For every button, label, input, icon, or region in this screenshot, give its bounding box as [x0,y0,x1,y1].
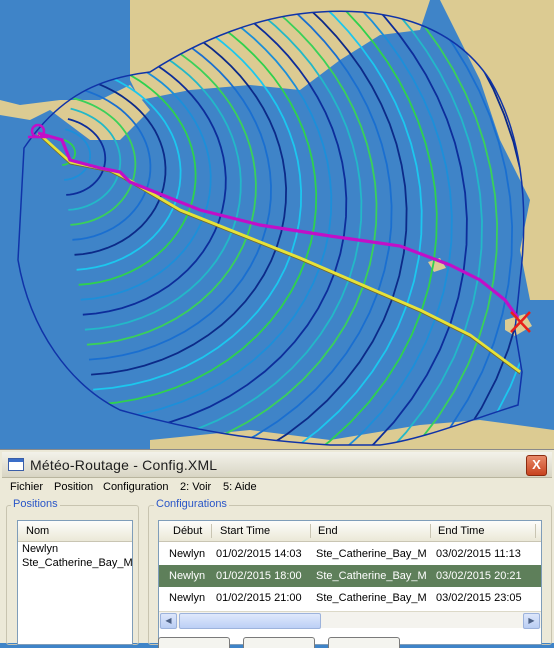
column-debut[interactable]: Début [173,525,202,537]
table-row-selected[interactable]: Newlyn 01/02/2015 18:00 Ste_Catherine_Ba… [159,565,541,587]
menu-aide[interactable]: 5: Aide [223,481,257,493]
close-button[interactable]: X [526,455,547,476]
column-nom[interactable]: Nom [26,525,49,537]
routing-window: Météo-Routage - Config.XML X Fichier Pos… [0,449,554,643]
menu-voir[interactable]: 2: Voir [180,481,211,493]
horizontal-scrollbar[interactable]: ◀ ▶ [159,611,541,628]
positions-group-label: Positions [11,498,60,510]
menu-bar: Fichier Position Configuration 2: Voir 5… [2,479,552,497]
routing-map[interactable] [0,0,554,450]
action-button[interactable] [328,637,400,648]
window-title: Météo-Routage - Config.XML [30,457,217,473]
menu-position[interactable]: Position [54,481,93,493]
list-item[interactable]: Newlyn [18,542,132,556]
scroll-thumb[interactable] [179,613,321,629]
configurations-group-label: Configurations [154,498,229,510]
positions-header: Nom [18,521,132,542]
column-end[interactable]: End [318,525,338,537]
action-button[interactable] [243,637,315,648]
configurations-header: Début Start Time End End Time [159,521,541,542]
menu-fichier[interactable]: Fichier [10,481,43,493]
list-item[interactable]: Ste_Catherine_Bay_M [18,556,132,570]
action-button[interactable] [158,637,230,648]
app-icon [8,458,24,471]
table-row[interactable]: Newlyn 01/02/2015 21:00 Ste_Catherine_Ba… [159,587,541,609]
scroll-right-icon[interactable]: ▶ [523,613,540,629]
configurations-table[interactable]: Début Start Time End End Time Newlyn 01/… [158,520,542,645]
column-end-time[interactable]: End Time [438,525,484,537]
title-bar[interactable]: Météo-Routage - Config.XML X [2,452,552,478]
menu-configuration[interactable]: Configuration [103,481,168,493]
positions-list[interactable]: Nom Newlyn Ste_Catherine_Bay_M [17,520,133,645]
table-row[interactable]: Newlyn 01/02/2015 14:03 Ste_Catherine_Ba… [159,543,541,565]
scroll-left-icon[interactable]: ◀ [160,613,177,629]
column-start-time[interactable]: Start Time [220,525,270,537]
